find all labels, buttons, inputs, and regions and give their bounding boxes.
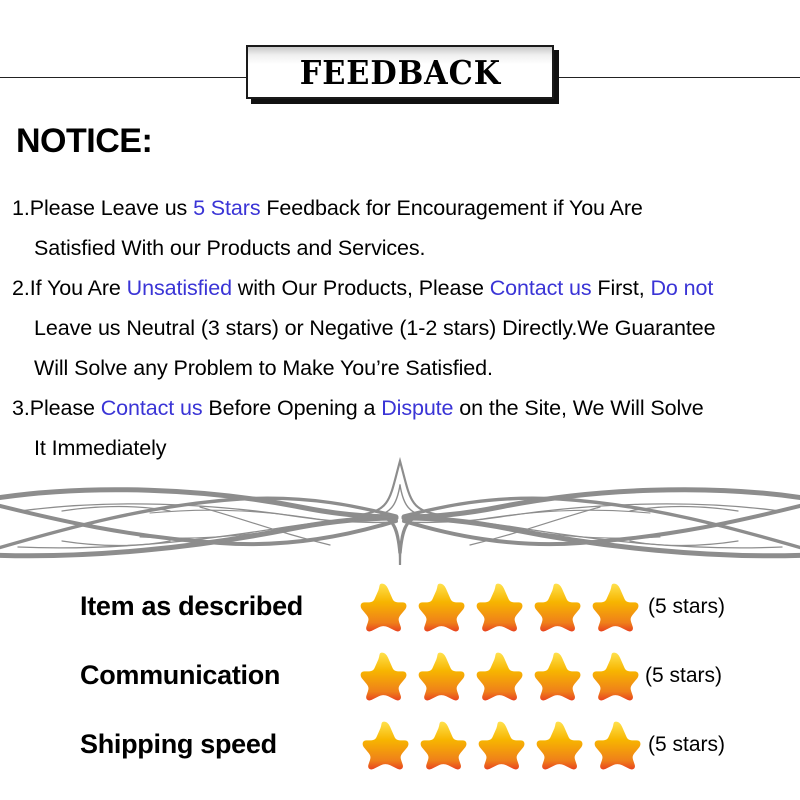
star-icon: [534, 652, 581, 700]
notice-text: on the Site, We Will Solve: [453, 396, 704, 420]
star-icon: [536, 721, 583, 769]
rating-label: Item as described: [80, 591, 304, 621]
rating-row: Item as described (5 stars): [0, 572, 800, 641]
notice-highlight-text: Dispute: [381, 396, 454, 420]
star-icon: [476, 652, 523, 700]
star-icon: [592, 583, 639, 631]
notice-text: First,: [591, 276, 651, 300]
notice-highlight-text: 5 Stars: [193, 196, 267, 220]
star-icon: [420, 721, 467, 769]
notice-line: 1.Please Leave us 5 Stars Feedback for E…: [12, 188, 800, 228]
banner-rule-left: [0, 77, 248, 78]
star-icon: [594, 721, 641, 769]
notice-text: Before Opening a: [202, 396, 382, 420]
star-rating[interactable]: [358, 720, 648, 770]
notice-line: Satisfied With our Products and Services…: [12, 228, 800, 268]
rating-label: Communication: [80, 660, 281, 690]
star-rating[interactable]: [356, 582, 646, 632]
notice-line: Will Solve any Problem to Make You’re Sa…: [12, 348, 800, 388]
notice-heading: NOTICE:: [16, 122, 153, 160]
notice-list: 1.Please Leave us 5 Stars Feedback for E…: [12, 188, 800, 468]
rating-label: Shipping speed: [80, 729, 277, 759]
star-icon: [534, 583, 581, 631]
notice-text: 3.Please: [12, 396, 101, 420]
rating-count-label: (5 stars): [645, 663, 723, 687]
notice-highlight-text: Contact us: [489, 276, 592, 300]
rating-row: Communication (5 stars): [0, 641, 800, 710]
banner-box: FEEDBACK: [246, 45, 554, 99]
notice-line: 3.Please Contact us Before Opening a Dis…: [12, 388, 800, 428]
star-icon: [418, 583, 465, 631]
star-icon: [418, 652, 465, 700]
star-rating[interactable]: [356, 651, 646, 701]
rating-count-label: (5 stars): [648, 732, 726, 756]
rating-count-label: (5 stars): [648, 594, 726, 618]
star-icon: [592, 652, 639, 700]
star-icon: [476, 583, 523, 631]
notice-text: 2.If You Are: [12, 276, 127, 300]
notice-text: Will Solve any Problem to Make You’re Sa…: [34, 356, 493, 380]
decorative-flourish-divider: [0, 455, 800, 570]
notice-text: Leave us Neutral (3 stars) or Negative (…: [34, 316, 716, 340]
notice-highlight-text: Contact us: [100, 396, 203, 420]
notice-highlight-text: Unsatisfied: [126, 276, 232, 300]
rating-row: Shipping speed (5 stars): [0, 710, 800, 779]
star-icon: [362, 721, 409, 769]
notice-highlight-text: Do not: [650, 276, 714, 300]
star-icon: [360, 583, 407, 631]
star-icon: [478, 721, 525, 769]
notice-text: Satisfied With our Products and Services…: [34, 236, 426, 260]
feedback-banner: FEEDBACK: [0, 40, 800, 108]
notice-line: 2.If You Are Unsatisfied with Our Produc…: [12, 268, 800, 308]
star-icon: [360, 652, 407, 700]
banner-title: FEEDBACK: [299, 52, 501, 92]
notice-text: with Our Products, Please: [231, 276, 490, 300]
notice-text: Feedback for Encouragement if You Are: [266, 196, 643, 220]
notice-line: Leave us Neutral (3 stars) or Negative (…: [12, 308, 800, 348]
notice-text: 1.Please Leave us: [12, 196, 194, 220]
banner-rule-right: [556, 77, 800, 78]
ratings-section: Item as described (5 stars) Communication (…: [0, 572, 800, 779]
